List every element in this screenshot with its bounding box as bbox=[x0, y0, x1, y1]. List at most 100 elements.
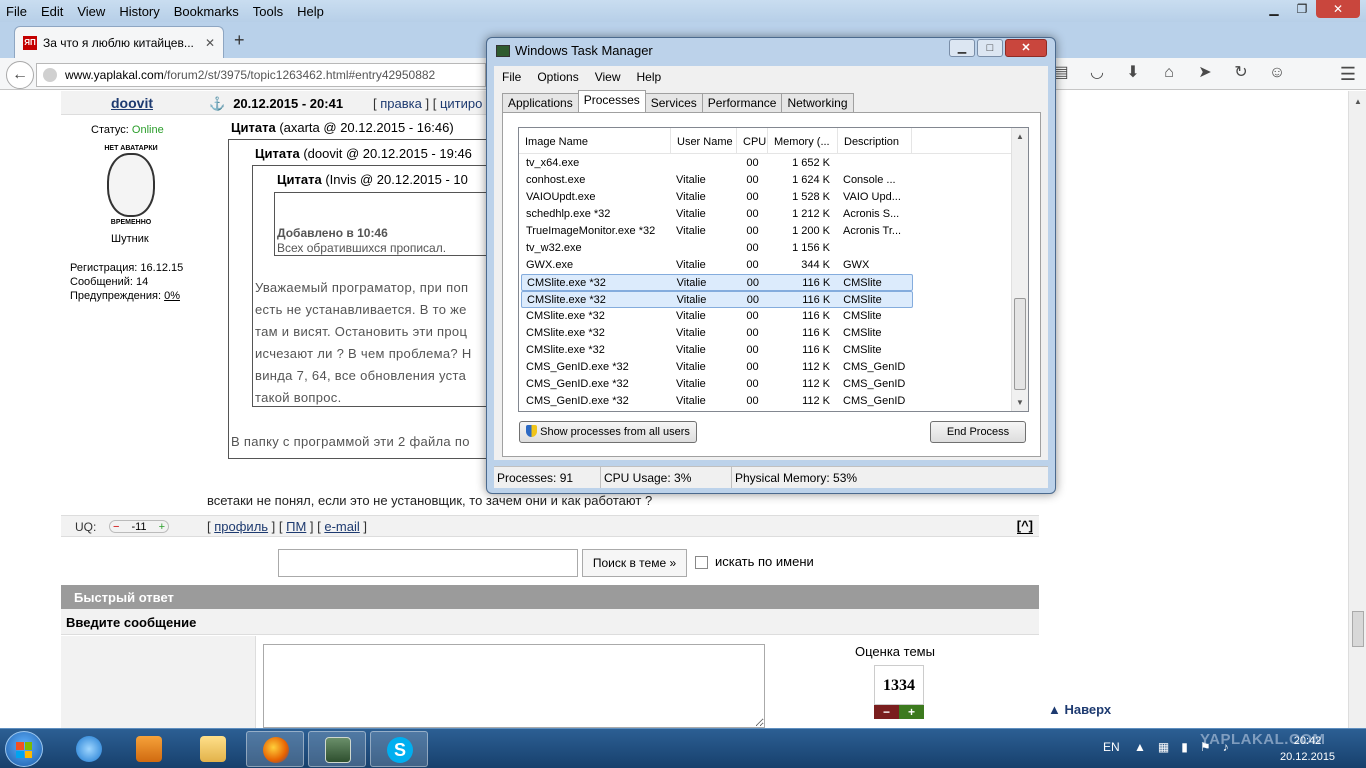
rating-plus-button[interactable]: + bbox=[899, 705, 924, 719]
process-row[interactable]: TrueImageMonitor.exe *32 Vitalie 00 1 200 K… bbox=[521, 223, 913, 240]
show-all-processes-button[interactable]: Show processes from all users bbox=[519, 421, 697, 443]
process-image-name: CMS_GenID.exe *32 bbox=[526, 378, 629, 390]
vote-down-button[interactable]: − bbox=[113, 521, 119, 533]
page-scrollbar[interactable]: ▲ bbox=[1348, 91, 1366, 728]
process-row[interactable]: CMSlite.exe *32 Vitalie 00 116 K CMSlite bbox=[521, 325, 913, 342]
taskbar-skype[interactable]: S bbox=[370, 731, 428, 767]
new-tab-icon[interactable]: + bbox=[234, 30, 245, 51]
taskbar-explorer[interactable] bbox=[184, 731, 242, 767]
end-process-button[interactable]: End Process bbox=[930, 421, 1026, 443]
taskbar-task-manager[interactable] bbox=[308, 731, 366, 767]
process-list-scrollbar[interactable]: ▲ ▼ bbox=[1011, 128, 1028, 411]
task-manager-icon bbox=[325, 737, 351, 763]
maximize-icon[interactable]: □ bbox=[977, 39, 1003, 57]
menu-edit[interactable]: Edit bbox=[35, 4, 71, 19]
network-icon[interactable]: ▦ bbox=[1158, 740, 1169, 754]
process-row[interactable]: CMSlite.exe *32 Vitalie 00 116 K CMSlite bbox=[521, 274, 913, 291]
message-textarea[interactable] bbox=[263, 644, 765, 728]
tab-close-icon[interactable]: ✕ bbox=[205, 36, 215, 50]
clock[interactable]: 20:42 20.12.2015 bbox=[1280, 733, 1335, 765]
process-list-scroll-thumb[interactable] bbox=[1014, 298, 1026, 390]
tab-performance[interactable]: Performance bbox=[701, 93, 783, 112]
search-input[interactable] bbox=[278, 549, 578, 577]
rating-minus-button[interactable]: − bbox=[874, 705, 899, 719]
menu-tools[interactable]: Tools bbox=[247, 4, 291, 19]
url-bar[interactable]: www.yaplakal.com/forum2/st/3975/topic126… bbox=[36, 63, 486, 87]
close-icon[interactable]: ✕ bbox=[1005, 39, 1047, 57]
process-row[interactable]: CMSlite.exe *32 Vitalie 00 116 K CMSlite bbox=[521, 342, 913, 359]
scroll-down-arrow-icon[interactable]: ▼ bbox=[1016, 398, 1024, 407]
send-icon[interactable]: ➤ bbox=[1194, 62, 1216, 84]
maximize-icon[interactable]: ❐ bbox=[1288, 0, 1316, 18]
process-description: CMSlite bbox=[843, 277, 882, 289]
post-author-link[interactable]: doovit bbox=[111, 95, 153, 111]
process-row[interactable]: CMS_GenID.exe *32 Vitalie 00 112 K CMS_GenID bbox=[521, 359, 913, 376]
sync-icon[interactable]: ↻ bbox=[1230, 62, 1252, 84]
browser-tab[interactable]: ЯП За что я люблю китайцев... ✕ bbox=[14, 26, 224, 58]
process-row[interactable]: CMSlite.exe *32 Vitalie 00 116 K CMSlite bbox=[521, 308, 913, 325]
edit-link[interactable]: правка bbox=[380, 96, 422, 111]
scroll-up-arrow-icon[interactable]: ▲ bbox=[1354, 97, 1362, 106]
email-link[interactable]: e-mail bbox=[324, 519, 359, 534]
show-hidden-icons-icon[interactable]: ▲ bbox=[1134, 740, 1146, 754]
process-row[interactable]: CMS_GenID.exe *32 Vitalie 00 112 K CMS_GenID bbox=[521, 376, 913, 393]
pm-link[interactable]: ПМ bbox=[286, 519, 306, 534]
tab-processes[interactable]: Processes bbox=[577, 90, 646, 112]
tm-menu-help[interactable]: Help bbox=[629, 70, 670, 84]
process-list[interactable]: Image Name User Name CPU Memory (... Des… bbox=[518, 127, 1029, 412]
process-row[interactable]: tv_w32.exe 00 1 156 K bbox=[521, 240, 913, 257]
column-cpu[interactable]: CPU bbox=[737, 128, 768, 153]
process-cpu: 00 bbox=[746, 310, 759, 322]
smiley-icon[interactable]: ☺ bbox=[1266, 62, 1288, 84]
tm-menu-view[interactable]: View bbox=[587, 70, 629, 84]
menu-help[interactable]: Help bbox=[291, 4, 332, 19]
process-row[interactable]: GWX.exe Vitalie 00 344 K GWX bbox=[521, 257, 913, 274]
vote-up-button[interactable]: + bbox=[159, 521, 165, 533]
scroll-up-arrow-icon[interactable]: ▲ bbox=[1016, 132, 1024, 141]
column-memory[interactable]: Memory (... bbox=[768, 128, 838, 153]
process-row[interactable]: CMS_GenID.exe *32 Vitalie 00 112 K CMS_GenID bbox=[521, 393, 913, 410]
menu-bookmarks[interactable]: Bookmarks bbox=[168, 4, 247, 19]
scrollbar-thumb[interactable] bbox=[1352, 611, 1364, 647]
column-image-name[interactable]: Image Name bbox=[519, 128, 671, 153]
signal-icon[interactable]: ▮ bbox=[1181, 740, 1188, 754]
back-arrow-icon[interactable]: ← bbox=[6, 61, 34, 89]
start-button[interactable] bbox=[5, 731, 43, 767]
home-icon[interactable]: ⌂ bbox=[1158, 62, 1180, 84]
pocket-icon[interactable]: ◡ bbox=[1086, 62, 1108, 84]
tab-services[interactable]: Services bbox=[644, 93, 703, 112]
tab-networking[interactable]: Networking bbox=[781, 93, 854, 112]
uq-bar: UQ: − -11 + [ профиль ] [ ПМ ] [ e-mail … bbox=[61, 515, 1039, 537]
search-by-name-checkbox[interactable] bbox=[695, 556, 708, 569]
profile-link[interactable]: профиль bbox=[214, 519, 268, 534]
close-icon[interactable]: ✕ bbox=[1316, 0, 1360, 18]
hamburger-menu-icon[interactable]: ☰ bbox=[1340, 64, 1356, 85]
menu-file[interactable]: File bbox=[0, 4, 35, 19]
column-description[interactable]: Description bbox=[838, 128, 912, 153]
process-row[interactable]: conhost.exe Vitalie 00 1 624 K Console ... bbox=[521, 172, 913, 189]
search-button[interactable]: Поиск в теме » bbox=[582, 549, 687, 577]
process-row[interactable]: CMSlite.exe *32 Vitalie 00 116 K CMSlite bbox=[521, 291, 913, 308]
anchor-icon[interactable]: ⚓ bbox=[209, 96, 225, 111]
rating-buttons: − + bbox=[874, 705, 924, 719]
to-top-link[interactable]: ▲ Наверх bbox=[1048, 702, 1111, 717]
process-row[interactable]: VAIOUpdt.exe Vitalie 00 1 528 K VAIO Upd... bbox=[521, 189, 913, 206]
taskbar-ie[interactable] bbox=[60, 731, 118, 767]
process-row[interactable]: schedhlp.exe *32 Vitalie 00 1 212 K Acronis … bbox=[521, 206, 913, 223]
download-icon[interactable]: ⬇ bbox=[1122, 62, 1144, 84]
process-cpu: 00 bbox=[746, 327, 759, 339]
minimize-icon[interactable]: ▁ bbox=[949, 39, 975, 57]
process-row[interactable]: tv_x64.exe 00 1 652 K bbox=[521, 155, 913, 172]
menu-history[interactable]: History bbox=[113, 4, 167, 19]
taskbar-media-player[interactable] bbox=[120, 731, 178, 767]
minimize-icon[interactable]: ▁ bbox=[1260, 0, 1288, 18]
language-indicator[interactable]: EN bbox=[1103, 740, 1120, 754]
column-user-name[interactable]: User Name bbox=[671, 128, 737, 153]
tm-menu-options[interactable]: Options bbox=[529, 70, 586, 84]
tab-applications[interactable]: Applications bbox=[502, 93, 579, 112]
scroll-up-link[interactable]: [^] bbox=[1016, 518, 1033, 534]
quote-link[interactable]: цитиро bbox=[440, 96, 482, 111]
menu-view[interactable]: View bbox=[71, 4, 113, 19]
taskbar-firefox[interactable] bbox=[246, 731, 304, 767]
tm-menu-file[interactable]: File bbox=[494, 70, 529, 84]
